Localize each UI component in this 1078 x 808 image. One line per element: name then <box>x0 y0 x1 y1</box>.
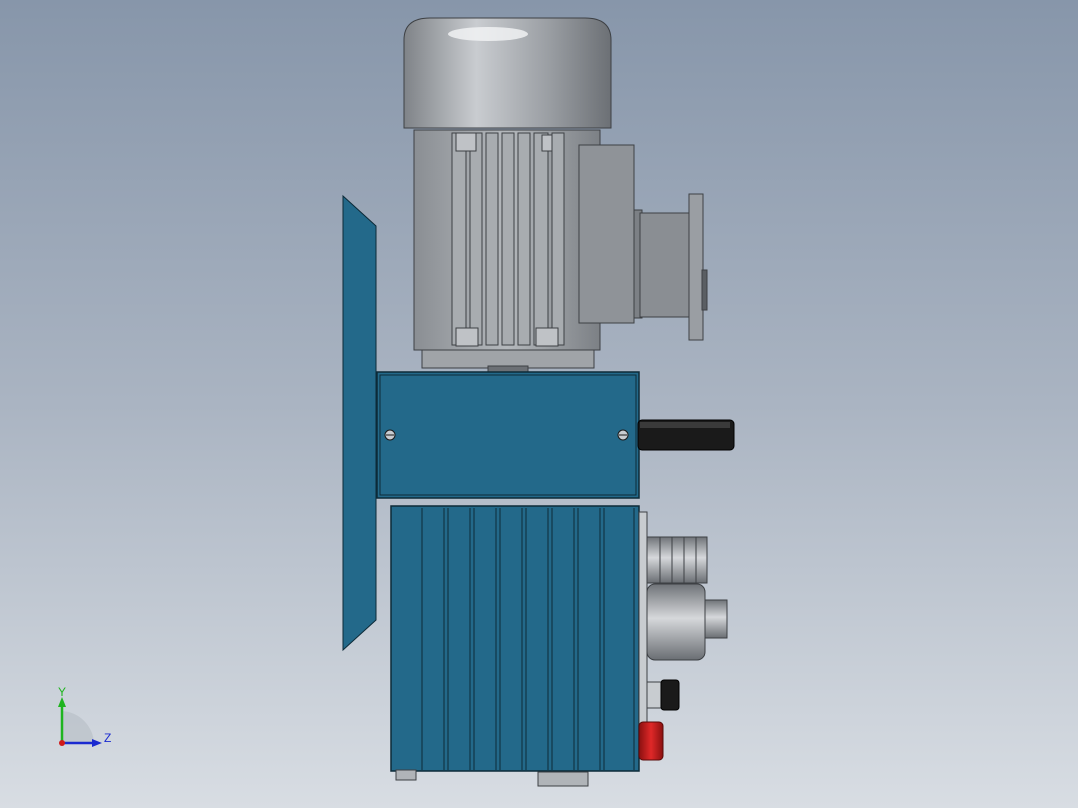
motor-body[interactable] <box>413 129 601 373</box>
hose-barb-fitting[interactable] <box>646 536 708 584</box>
pump-housing[interactable] <box>390 505 640 787</box>
motor-fan-cover[interactable] <box>403 17 612 129</box>
control-knob[interactable] <box>646 679 680 711</box>
handle-grip[interactable] <box>637 419 735 451</box>
z-axis-label: Z <box>104 731 112 745</box>
emergency-stop-button[interactable] <box>638 721 664 761</box>
z-axis-arrow <box>92 739 102 747</box>
cad-viewport[interactable] <box>0 0 1078 808</box>
housing-cover-panel[interactable] <box>376 371 640 499</box>
side-bracket <box>638 511 648 743</box>
outlet-cylinder[interactable] <box>646 583 728 661</box>
y-axis-label: Y <box>58 685 67 699</box>
origin-dot <box>59 740 65 746</box>
orientation-triad: Y Z <box>50 685 120 755</box>
triad-plane <box>62 711 94 743</box>
screw-icon <box>384 429 396 441</box>
screw-icon <box>617 429 629 441</box>
terminal-box[interactable] <box>578 144 708 341</box>
guard-plate[interactable] <box>342 194 377 652</box>
